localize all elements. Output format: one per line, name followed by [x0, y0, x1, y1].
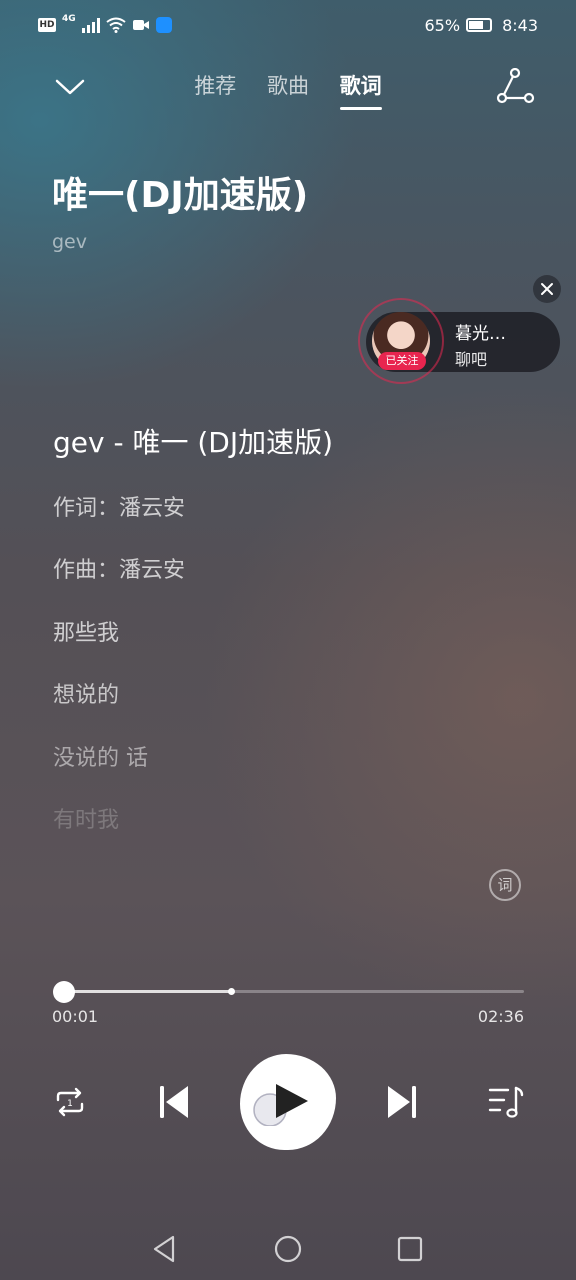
lyric-line[interactable]: 作曲：潘云安	[53, 552, 185, 584]
hd-icon: HD	[38, 18, 56, 32]
play-icon	[253, 1084, 308, 1126]
signal-icon	[81, 17, 100, 33]
clock: 8:43	[502, 15, 538, 35]
followed-badge: 已关注	[378, 352, 426, 370]
song-title: 唯一(DJ加速版)	[52, 175, 309, 216]
status-bar: HD 4G 65% 8:43	[0, 0, 576, 50]
recents-nav-icon[interactable]	[392, 1231, 428, 1267]
status-left: HD 4G	[38, 14, 172, 36]
lyric-line[interactable]: 作词：潘云安	[53, 490, 185, 522]
battery-percent: 65%	[424, 15, 461, 35]
current-time: 00:01	[52, 1007, 99, 1026]
song-artist[interactable]: gev	[52, 231, 87, 253]
previous-icon[interactable]	[150, 1078, 198, 1126]
tab-song[interactable]: 歌曲	[267, 70, 309, 110]
app-notification-icon	[155, 17, 172, 33]
video-icon	[132, 20, 149, 30]
lyric-line[interactable]: 有时我	[53, 802, 119, 834]
progress-buffered	[61, 990, 233, 993]
chat-subtitle: 聊吧	[455, 350, 488, 369]
buffer-marker	[228, 988, 236, 995]
lyric-word-button[interactable]: 词	[489, 869, 521, 901]
chat-user-name: 暮光…	[455, 324, 506, 344]
network-label: 4G	[62, 14, 76, 24]
next-icon[interactable]	[378, 1078, 426, 1126]
progress-knob[interactable]	[52, 981, 75, 1003]
home-nav-icon[interactable]	[270, 1231, 306, 1267]
lyric-line[interactable]: 没说的 话	[53, 740, 148, 772]
tab-recommend[interactable]: 推荐	[194, 70, 236, 110]
playlist-icon[interactable]	[482, 1078, 530, 1126]
svg-text:1: 1	[67, 1099, 73, 1109]
back-nav-icon[interactable]	[147, 1231, 183, 1267]
tab-lyrics[interactable]: 歌词	[339, 70, 382, 110]
lyric-line[interactable]: 那些我	[53, 615, 119, 647]
wifi-icon	[106, 17, 126, 33]
lyric-line[interactable]: 想说的	[53, 677, 119, 709]
tab-bar: 推荐 歌曲 歌词	[0, 70, 576, 110]
battery-icon	[466, 18, 493, 32]
close-icon[interactable]	[533, 275, 561, 303]
total-time: 02:36	[477, 1007, 524, 1026]
repeat-icon[interactable]: 1	[46, 1078, 94, 1126]
lyric-line[interactable]: gev - 唯一 (DJ加速版)	[53, 421, 333, 461]
status-right: 65% 8:43	[425, 14, 539, 36]
share-icon[interactable]	[496, 68, 536, 104]
